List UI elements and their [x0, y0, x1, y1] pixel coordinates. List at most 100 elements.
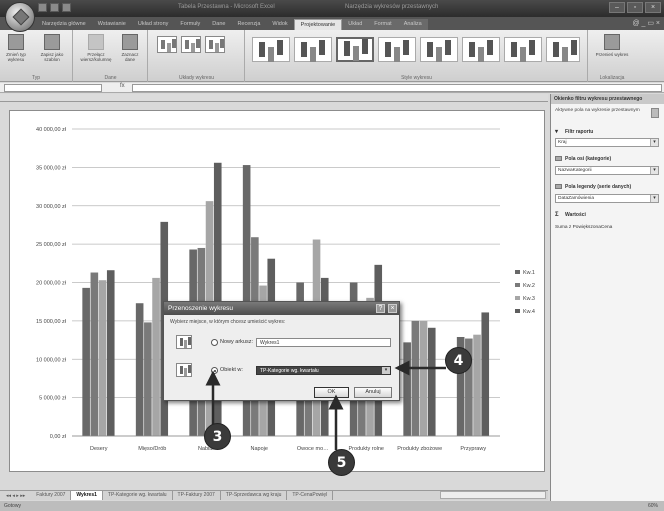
chart-style-4[interactable]	[378, 37, 416, 62]
move-chart-button[interactable]: Przenieś wykres	[595, 34, 629, 57]
ribbon-group-lokalizacja: Przenieś wykres Lokalizacja	[589, 30, 635, 82]
legend-label: Kw.4	[523, 309, 535, 315]
values-heading: Σ Wartości	[555, 212, 586, 218]
ribbon-tab-1[interactable]: Wstawianie	[92, 19, 132, 30]
chart-style-7[interactable]	[504, 37, 542, 62]
move-chart-icon	[604, 34, 620, 50]
chart-style-8[interactable]	[546, 37, 580, 62]
legend-field-value: DataZamówienia	[558, 196, 594, 201]
sheet-tab-4[interactable]: TP-Sprzedawca wg kraju	[221, 491, 288, 500]
y-tick-label: 35 000,00 zł	[36, 165, 67, 171]
legend-fields-dropdown[interactable]: DataZamówienia ▾	[555, 194, 659, 203]
x-tick-label: Desery	[90, 446, 108, 452]
chart-layout-3[interactable]	[205, 36, 225, 53]
x-tick-label: Produkty zbożowe	[397, 446, 442, 452]
x-tick-label: Owoce mo…	[297, 446, 329, 452]
step-callout-4: 4	[445, 347, 472, 374]
chart-style-1[interactable]	[252, 37, 290, 62]
ribbon-tab-10[interactable]: Analiza	[397, 19, 428, 30]
ribbon-tab-8[interactable]: Układ	[342, 19, 369, 30]
report-filter-dropdown[interactable]: Kraj ▾	[555, 138, 659, 147]
object-in-select[interactable]: TP-Kategorie wg. kwartału ▾	[256, 366, 391, 375]
ribbon-tab-2[interactable]: Układ strony	[132, 19, 175, 30]
chart-layout-1[interactable]	[157, 36, 177, 53]
ribbon-tab-3[interactable]: Formuły	[174, 19, 206, 30]
cancel-button[interactable]: Anuluj	[354, 387, 392, 398]
legend-swatch	[515, 283, 520, 287]
status-ready: Gotowy	[4, 503, 21, 509]
pivot-chart[interactable]: 0,00 zł 5 000,00 zł 10 000,00 zł 15 000,00 …	[9, 110, 545, 472]
sheet-tab-1[interactable]: Wykres1	[71, 491, 103, 500]
pane-options-icon[interactable]	[651, 108, 659, 118]
chart-style-2[interactable]	[294, 37, 332, 62]
switch-icon	[88, 34, 104, 50]
column-header-strip	[0, 94, 548, 102]
ribbon-tab-6[interactable]: Widok	[266, 19, 293, 30]
ribbon-tab-4[interactable]: Dane	[206, 19, 231, 30]
ribbon-group-label: Typ	[31, 75, 41, 81]
bar-Kw.2-Desery	[90, 272, 99, 436]
redo-icon[interactable]	[62, 3, 71, 12]
bar-Kw.1-Mięso/Drób	[135, 303, 144, 436]
chart-style-6[interactable]	[462, 37, 500, 62]
y-tick-label: 30 000,00 zł	[36, 204, 67, 210]
zoom-level[interactable]: 60%	[648, 503, 658, 509]
close-window-button[interactable]: ×	[645, 2, 661, 13]
title-bar: Tabela Przestawna - Microsoft Excel Narz…	[0, 0, 664, 17]
formula-input[interactable]	[132, 84, 662, 92]
y-tick-label: 5 000,00 zł	[39, 396, 67, 402]
move-chart-dialog: Przenoszenie wykresu ? × Wybierz miejsce…	[163, 301, 400, 401]
bar-Kw.2-Mięso/Drób	[144, 322, 152, 436]
dialog-description: Wybierz miejsce, w którym chcesz umieści…	[170, 319, 286, 325]
fx-icon[interactable]: fx	[120, 83, 125, 89]
y-tick-label: 0,00 zł	[50, 434, 67, 440]
formula-bar: fx	[0, 83, 664, 93]
ribbon-tab-9[interactable]: Format	[368, 19, 398, 30]
chart-style-3[interactable]	[336, 37, 374, 62]
legend-swatch	[515, 296, 520, 300]
horizontal-scrollbar[interactable]	[440, 491, 546, 499]
office-button[interactable]	[5, 2, 35, 32]
object-in-icon	[176, 363, 192, 377]
new-sheet-input[interactable]: Wykres1	[256, 338, 391, 347]
bar-Kw.4-Desery	[106, 270, 115, 436]
maximize-button[interactable]: ▫	[627, 2, 643, 13]
ribbon-tab-0[interactable]: Narzędzia główne	[36, 19, 92, 30]
change-chart-type-button[interactable]: Zmień typ wykresu	[4, 34, 28, 62]
sheet-nav-arrows[interactable]: ◂◂ ◂ ▸ ▸▸	[6, 493, 25, 499]
minimize-button[interactable]: –	[609, 2, 625, 13]
sheet-tab-2[interactable]: TP-Kategorie wg. kwartału	[103, 491, 173, 500]
name-box[interactable]	[4, 84, 102, 92]
x-tick-label: Produkty rolne	[349, 446, 384, 452]
ribbon-help-icons[interactable]: @ _ ▭ ×	[632, 19, 660, 27]
excel-window: Tabela Przestawna - Microsoft Excel Narz…	[0, 0, 664, 511]
select-data-button[interactable]: Zaznacz dane	[118, 34, 142, 62]
ribbon-tab-7[interactable]: Projektowanie	[293, 19, 343, 30]
chart-style-5[interactable]	[420, 37, 458, 62]
ok-button[interactable]: OK	[314, 387, 349, 398]
dialog-help-button[interactable]: ?	[376, 304, 385, 313]
quick-access-toolbar	[38, 3, 71, 12]
sheet-tab-3[interactable]: TP-Faktury 2007	[173, 491, 221, 500]
report-filter-value: Kraj	[558, 140, 567, 145]
object-in-value: TP-Kategorie wg. kwartału	[260, 368, 319, 374]
x-tick-label: Przyprawy	[460, 446, 486, 452]
ribbon-tab-5[interactable]: Recenzja	[231, 19, 266, 30]
new-sheet-radio[interactable]	[211, 339, 218, 346]
office-logo-icon	[12, 8, 30, 26]
sheet-tab-5[interactable]: TP-CenaPowięl	[287, 491, 334, 500]
chart-layout-2[interactable]	[181, 36, 201, 53]
save-icon[interactable]	[38, 3, 47, 12]
sheet-tab-0[interactable]: Faktury 2007	[31, 491, 72, 500]
undo-icon[interactable]	[50, 3, 59, 12]
save-template-button[interactable]: Zapisz jako szablon	[36, 34, 68, 62]
bar-Kw.3-Mięso/Drób	[152, 277, 160, 436]
step-callout-5: 5	[328, 449, 355, 476]
new-sheet-icon	[176, 335, 192, 349]
switch-row-column-label: Przełącz wiersz/kolumnę	[80, 52, 112, 62]
dialog-close-button[interactable]: ×	[388, 304, 397, 313]
bar-Kw.4-Produkty zbożowe	[427, 327, 436, 436]
ribbon-group-label: Dane	[104, 75, 117, 81]
object-in-radio[interactable]	[211, 367, 218, 374]
axis-fields-dropdown[interactable]: NazwaKategorii ▾	[555, 166, 659, 175]
